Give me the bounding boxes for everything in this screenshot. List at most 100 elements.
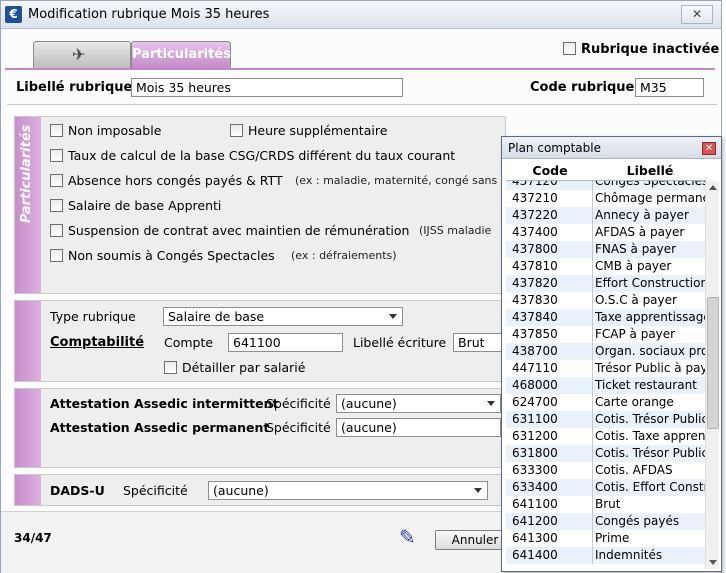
checkbox-box[interactable]: [230, 124, 243, 137]
column-header-code[interactable]: Code: [506, 163, 594, 178]
compte-label: Compte: [164, 335, 214, 350]
checkbox-box[interactable]: [164, 361, 177, 374]
table-row[interactable]: 437400 AFDAS à payer: [506, 224, 706, 241]
compte-input[interactable]: 641100: [228, 333, 343, 352]
column-separator: [592, 275, 593, 292]
row-code: 438700: [512, 344, 558, 358]
scroll-up-icon[interactable]: [709, 185, 717, 190]
checkbox-box[interactable]: [50, 224, 63, 237]
column-header-libelle[interactable]: Libellé: [594, 163, 706, 178]
absence-hint: (ex : maladie, maternité, congé sans: [295, 174, 498, 187]
non-imposable-checkbox[interactable]: Non imposable: [50, 123, 161, 138]
table-row[interactable]: 437850 FCAP à payer: [506, 326, 706, 343]
table-row[interactable]: 437210 Chômage permanent: [506, 190, 706, 207]
type-rubrique-select[interactable]: Salaire de base: [163, 307, 403, 326]
table-row[interactable]: 633400 Cotis. Effort Construction: [506, 479, 706, 496]
panel-sidebar: [15, 475, 41, 505]
column-separator: [592, 479, 593, 496]
code-rubrique-label: Code rubrique: [530, 80, 635, 95]
row-code: 447110: [512, 361, 558, 375]
row-code: 437850: [512, 327, 558, 341]
chevron-down-icon: [487, 401, 495, 406]
row-libelle: Indemnités: [595, 548, 663, 562]
panel-sidebar: [15, 301, 41, 381]
row-libelle: Prime: [595, 531, 630, 545]
table-row[interactable]: 631200 Cotis. Taxe apprentissage: [506, 428, 706, 445]
row-code: 631200: [512, 429, 558, 443]
dads-specificite-value: (aucune): [213, 483, 269, 498]
table-row[interactable]: 437840 Taxe apprentissage: [506, 309, 706, 326]
detailler-checkbox[interactable]: Détailler par salarié: [164, 360, 305, 375]
row-libelle: Congés payés: [595, 514, 680, 528]
table-row[interactable]: 631800 Cotis. Trésor Public: [506, 445, 706, 462]
taux-csg-checkbox[interactable]: Taux de calcul de la base CSG/CRDS diffé…: [50, 148, 455, 163]
table-row[interactable]: 624700 Carte orange: [506, 394, 706, 411]
comptabilite-link[interactable]: Comptabilité: [50, 335, 144, 350]
libelle-ecriture-input[interactable]: Brut: [453, 333, 505, 352]
checkbox-box[interactable]: [50, 199, 63, 212]
table-row[interactable]: 468000 Ticket restaurant: [506, 377, 706, 394]
table-row[interactable]: 633300 Cotis. AFDAS: [506, 462, 706, 479]
table-row[interactable]: 641200 Congés payés: [506, 513, 706, 530]
table-row[interactable]: 437120 Congés Spectacles: [506, 181, 706, 190]
row-libelle: Cotis. AFDAS: [595, 463, 673, 477]
row-code: 437840: [512, 310, 558, 324]
apprenti-label: Salaire de base Apprenti: [68, 198, 222, 213]
libelle-rubrique-input[interactable]: Mois 35 heures: [131, 78, 403, 97]
app-logo-icon: €: [5, 6, 22, 23]
table-row[interactable]: 641100 Brut: [506, 496, 706, 513]
assedic-intermittent-label: Attestation Assedic intermittent: [50, 396, 279, 411]
column-separator: [592, 241, 593, 258]
table-row[interactable]: 437810 CMB à payer: [506, 258, 706, 275]
table-row[interactable]: 437800 FNAS à payer: [506, 241, 706, 258]
absence-checkbox[interactable]: Absence hors congés payés & RTT: [50, 173, 283, 188]
row-libelle: Cotis. Effort Construction: [595, 480, 705, 494]
checkbox-box[interactable]: [563, 42, 576, 55]
tab-design[interactable]: ✈: [33, 41, 131, 69]
tab-particularites[interactable]: Particularités: [131, 41, 231, 69]
close-window-button[interactable]: ✕: [681, 5, 713, 24]
dads-specificite-select[interactable]: (aucune): [208, 481, 488, 500]
column-separator: [592, 360, 593, 377]
assedic-panel: Attestation Assedic intermittent Spécifi…: [14, 388, 506, 468]
row-libelle: Congés Spectacles: [595, 181, 705, 188]
table-row[interactable]: 437830 O.S.C à payer: [506, 292, 706, 309]
type-rubrique-value: Salaire de base: [168, 309, 265, 324]
table-row[interactable]: 631100 Cotis. Trésor Public: [506, 411, 706, 428]
column-separator: [592, 428, 593, 445]
row-libelle: O.S.C à payer: [595, 293, 677, 307]
scroll-down-icon[interactable]: [709, 560, 717, 565]
specificite-permanent-select[interactable]: (aucune): [336, 418, 501, 437]
table-header: Code Libellé: [506, 161, 706, 181]
apprenti-checkbox[interactable]: Salaire de base Apprenti: [50, 198, 221, 213]
table-row[interactable]: 437820 Effort Construction: [506, 275, 706, 292]
close-icon[interactable]: ✕: [702, 142, 716, 155]
libelle-ecriture-label: Libellé écriture: [353, 335, 447, 350]
conges-hint: (ex : défraiements): [291, 249, 397, 262]
checkbox-box[interactable]: [50, 249, 63, 262]
vertical-scrollbar[interactable]: [705, 181, 719, 569]
conges-spectacles-checkbox[interactable]: Non soumis à Congés Spectacles: [50, 248, 275, 263]
row-code: 641400: [512, 548, 558, 562]
row-code: 468000: [512, 378, 558, 392]
code-rubrique-input[interactable]: M35: [635, 78, 704, 97]
checkbox-box[interactable]: [50, 149, 63, 162]
type-rubrique-label: Type rubrique: [50, 309, 136, 324]
row-libelle: FCAP à payer: [595, 327, 676, 341]
checkbox-box[interactable]: [50, 174, 63, 187]
specificite-intermittent-select[interactable]: (aucune): [336, 394, 501, 413]
scroll-thumb[interactable]: [707, 297, 719, 429]
table-row[interactable]: 641400 Indemnités: [506, 547, 706, 564]
heure-supp-checkbox[interactable]: Heure supplémentaire: [230, 123, 387, 138]
pen-icon[interactable]: ✎: [399, 525, 416, 549]
specificite-intermittent-label: Spécificité: [266, 396, 331, 411]
checkbox-box[interactable]: [50, 124, 63, 137]
table-row[interactable]: 437220 Annecy à payer: [506, 207, 706, 224]
row-libelle: Organ. sociaux produits: [595, 344, 705, 358]
suspension-checkbox[interactable]: Suspension de contrat avec maintien de r…: [50, 223, 409, 238]
table-row[interactable]: 447110 Trésor Public à payer: [506, 360, 706, 377]
rubrique-inactivee-checkbox[interactable]: Rubrique inactivée: [563, 41, 719, 57]
column-separator: [592, 207, 593, 224]
table-row[interactable]: 641300 Prime: [506, 530, 706, 547]
table-row[interactable]: 438700 Organ. sociaux produits: [506, 343, 706, 360]
